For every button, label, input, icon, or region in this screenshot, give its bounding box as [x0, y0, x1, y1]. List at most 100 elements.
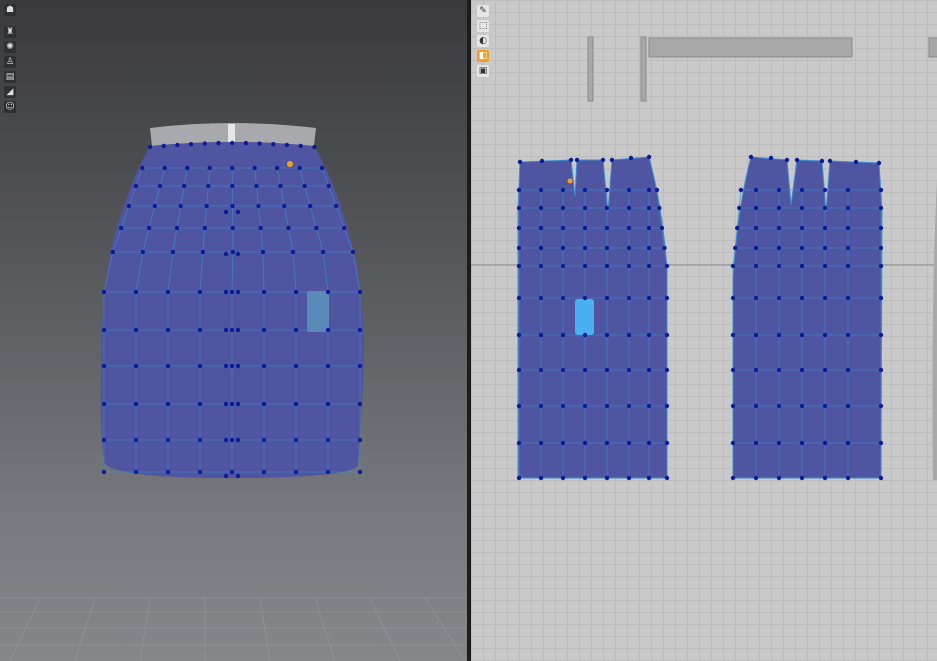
mesh-vertex[interactable] [878, 403, 884, 409]
mesh-vertex[interactable] [516, 263, 522, 269]
mesh-vertex[interactable] [357, 363, 363, 369]
mesh-vertex[interactable] [298, 143, 303, 149]
sewing-icon[interactable]: ◐ [477, 35, 489, 47]
mesh-vertex[interactable] [845, 332, 851, 338]
mesh-vertex[interactable] [357, 401, 363, 407]
mesh-vertex[interactable] [516, 367, 522, 373]
mesh-vertex[interactable] [297, 165, 302, 171]
mesh-vertex[interactable] [133, 437, 139, 443]
mesh-vertex[interactable] [600, 157, 606, 163]
mesh-vertex[interactable] [646, 154, 652, 160]
mesh-vertex[interactable] [357, 469, 363, 475]
mesh-vertex[interactable] [165, 363, 171, 369]
mesh-vertex[interactable] [223, 289, 229, 295]
mesh-vertex[interactable] [223, 251, 229, 257]
mesh-vertex[interactable] [604, 332, 610, 338]
mesh-vertex[interactable] [516, 440, 522, 446]
mesh-vertex[interactable] [202, 141, 207, 146]
mesh-vertex[interactable] [185, 165, 190, 171]
mesh-vertex[interactable] [626, 367, 632, 373]
mesh-vertex[interactable] [207, 165, 212, 171]
mesh-vertex[interactable] [197, 401, 203, 407]
mesh-vertex[interactable] [878, 263, 884, 269]
fold-icon[interactable]: ◧ [477, 50, 489, 62]
mesh-vertex[interactable] [261, 363, 267, 369]
mesh-vertex[interactable] [646, 332, 652, 338]
mesh-vertex[interactable] [799, 475, 805, 481]
mesh-vertex[interactable] [101, 289, 107, 295]
mesh-vertex[interactable] [560, 225, 566, 231]
user-icon[interactable]: ♙ [4, 56, 16, 68]
mesh-vertex[interactable] [662, 245, 667, 251]
mesh-vertex[interactable] [753, 367, 759, 373]
mesh-vertex[interactable] [664, 332, 670, 338]
mesh-vertex[interactable] [133, 183, 139, 189]
mesh-vertex[interactable] [560, 332, 566, 338]
mesh-vertex[interactable] [664, 403, 670, 409]
mesh-vertex[interactable] [274, 165, 280, 171]
mesh-vertex[interactable] [822, 440, 828, 446]
mesh-vertex[interactable] [101, 437, 107, 443]
mesh-vertex[interactable] [822, 475, 828, 481]
mesh-vertex[interactable] [604, 403, 610, 409]
selected-patch-3d[interactable] [307, 291, 329, 332]
mesh-vertex[interactable] [659, 225, 665, 231]
mesh-vertex[interactable] [223, 401, 229, 407]
pin-point-3d[interactable] [287, 161, 293, 167]
mesh-vertex[interactable] [799, 187, 805, 193]
mesh-vertex[interactable] [799, 295, 805, 301]
mesh-vertex[interactable] [753, 475, 759, 481]
mesh-vertex[interactable] [845, 403, 851, 409]
mesh-vertex[interactable] [845, 187, 851, 193]
mesh-vertex[interactable] [845, 295, 851, 301]
mesh-vertex[interactable] [574, 157, 580, 163]
mesh-vertex[interactable] [229, 437, 235, 443]
mesh-vertex[interactable] [258, 225, 263, 231]
mesh-vertex[interactable] [799, 263, 805, 269]
mesh-vertex[interactable] [119, 225, 124, 231]
mesh-vertex[interactable] [325, 469, 331, 475]
mesh-vertex[interactable] [175, 142, 180, 148]
mesh-vertex[interactable] [560, 367, 566, 373]
mesh-vertex[interactable] [822, 225, 828, 231]
mesh-vertex[interactable] [538, 475, 544, 481]
mesh-vertex[interactable] [568, 157, 574, 163]
mesh-vertex[interactable] [664, 263, 670, 269]
mesh-vertex[interactable] [799, 245, 805, 251]
mesh-vertex[interactable] [626, 245, 632, 251]
mesh-vertex[interactable] [626, 403, 632, 409]
mesh-vertex[interactable] [730, 440, 736, 446]
mesh-vertex[interactable] [357, 437, 363, 443]
mesh-vertex[interactable] [260, 249, 266, 255]
mesh-vertex[interactable] [223, 473, 229, 479]
mesh-vertex[interactable] [604, 367, 610, 373]
mesh-vertex[interactable] [776, 403, 782, 409]
mesh-vertex[interactable] [333, 203, 339, 209]
mesh-vertex[interactable] [140, 249, 146, 255]
2d-pattern-view[interactable]: ✎ ⬚ ◐ ◧ ▣ [471, 0, 937, 661]
mesh-vertex[interactable] [560, 263, 566, 269]
mesh-vertex[interactable] [516, 403, 522, 409]
mesh-vertex[interactable] [799, 440, 805, 446]
mesh-vertex[interactable] [845, 205, 851, 211]
mesh-vertex[interactable] [271, 141, 276, 147]
mesh-vertex[interactable] [230, 225, 235, 231]
mesh-vertex[interactable] [582, 367, 588, 373]
mesh-vertex[interactable] [256, 203, 261, 209]
mesh-vertex[interactable] [293, 437, 299, 443]
mesh-vertex[interactable] [609, 157, 615, 163]
mesh-vertex[interactable] [284, 142, 290, 148]
mesh-vertex[interactable] [626, 187, 632, 193]
mesh-vertex[interactable] [235, 401, 241, 407]
mesh-vertex[interactable] [290, 249, 296, 255]
mesh-vertex[interactable] [646, 205, 652, 211]
mesh-vertex[interactable] [197, 289, 203, 295]
mesh-vertex[interactable] [325, 401, 331, 407]
mesh-vertex[interactable] [730, 263, 736, 269]
mesh-vertex[interactable] [582, 263, 588, 269]
mesh-vertex[interactable] [235, 289, 241, 295]
mesh-vertex[interactable] [293, 289, 299, 295]
mesh-vertex[interactable] [229, 363, 235, 369]
mesh-vertex[interactable] [878, 245, 884, 251]
mesh-vertex[interactable] [582, 187, 588, 193]
